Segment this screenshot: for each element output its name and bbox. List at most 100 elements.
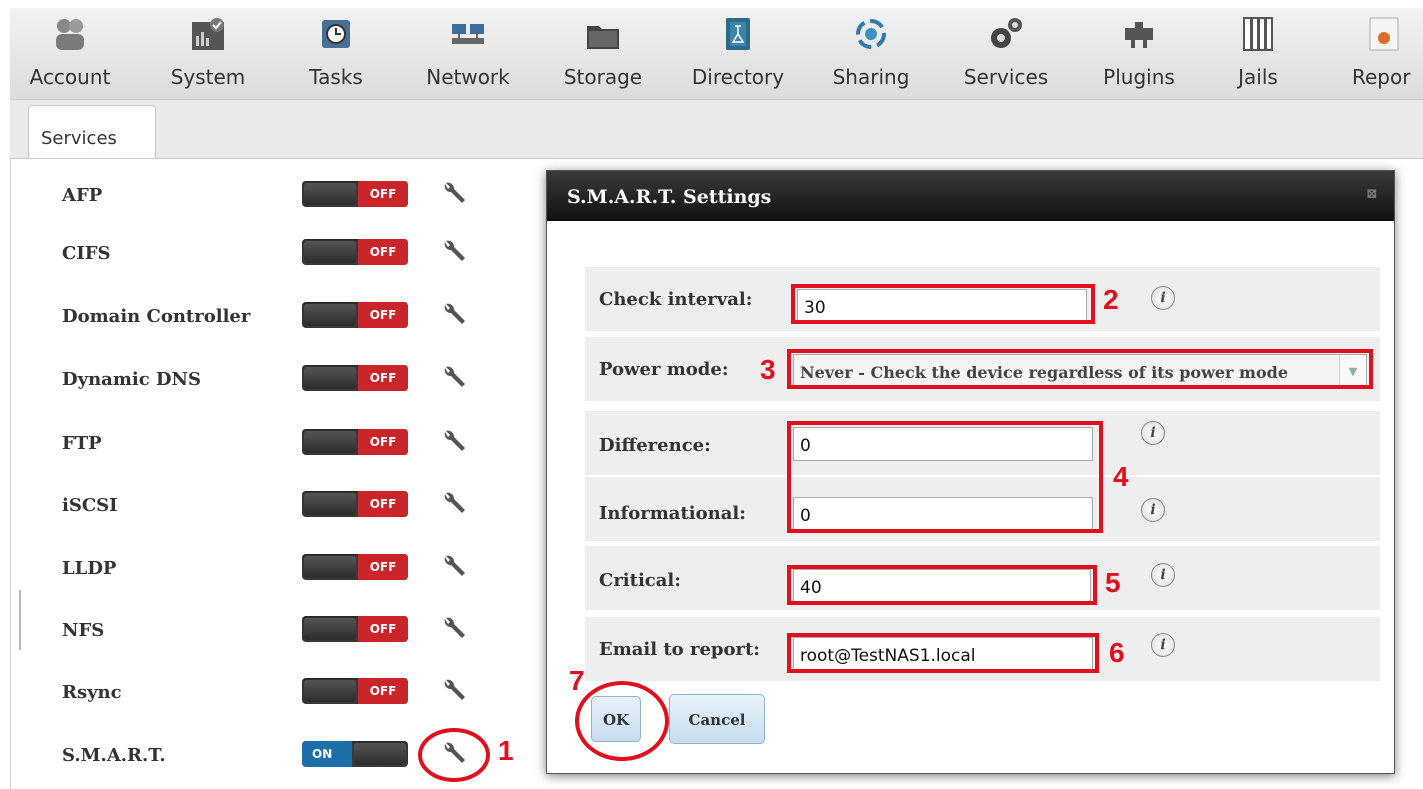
toolbar-label: Services: [963, 65, 1049, 89]
wrench-icon[interactable]: [440, 616, 466, 642]
toggle-knob: [304, 493, 356, 515]
close-icon[interactable]: ⊠: [1366, 187, 1380, 201]
toolbar-item-plugins[interactable]: Plugins: [1094, 8, 1184, 99]
toolbar-item-account[interactable]: Account: [10, 8, 130, 99]
toggle-state: OFF: [358, 365, 408, 391]
annotation-number: 6: [1109, 637, 1125, 668]
service-name: NFS: [62, 620, 105, 641]
annotation-number: 2: [1103, 284, 1119, 315]
annotation-number: 5: [1105, 567, 1121, 598]
annotation-circle: [575, 681, 669, 761]
wrench-icon[interactable]: [440, 181, 466, 207]
info-icon[interactable]: i: [1151, 563, 1175, 587]
toggle-state: OFF: [358, 554, 408, 580]
info-icon[interactable]: i: [1141, 498, 1165, 522]
power-mode-label: Power mode:: [599, 359, 729, 380]
toolbar-item-sharing[interactable]: Sharing: [826, 8, 916, 99]
service-name: FTP: [62, 433, 102, 454]
toolbar-item-network[interactable]: Network: [418, 8, 518, 99]
tab-services[interactable]: Services: [28, 105, 156, 158]
toggle-state: ON: [302, 741, 352, 767]
resize-handle[interactable]: [19, 590, 21, 650]
service-toggle[interactable]: OFF: [302, 365, 408, 391]
wrench-icon[interactable]: [440, 239, 466, 265]
storage-icon: [587, 26, 619, 49]
top-toolbar: Account System Tasks Network Storage Dir…: [10, 8, 1423, 100]
critical-label: Critical:: [599, 570, 681, 591]
wrench-icon[interactable]: [440, 302, 466, 328]
toggle-state: OFF: [358, 239, 408, 265]
dialog-title: S.M.A.R.T. Settings: [567, 186, 772, 208]
difference-label: Difference:: [599, 435, 711, 456]
toggle-state: OFF: [358, 429, 408, 455]
toolbar-item-reporting[interactable]: Repor: [1346, 8, 1423, 99]
toolbar-label: Sharing: [832, 65, 910, 89]
toggle-state: OFF: [358, 181, 408, 207]
informational-label: Informational:: [599, 503, 746, 524]
service-toggle[interactable]: OFF: [302, 678, 408, 704]
service-toggle[interactable]: OFF: [302, 491, 408, 517]
toolbar-item-services[interactable]: Services: [956, 8, 1056, 99]
service-name: LLDP: [62, 558, 117, 579]
toggle-knob: [304, 304, 356, 326]
wrench-icon[interactable]: [440, 678, 466, 704]
toggle-state: OFF: [358, 491, 408, 517]
annotation-number: 4: [1113, 461, 1129, 492]
annotation-box: [787, 565, 1097, 605]
service-toggle[interactable]: OFF: [302, 616, 408, 642]
toolbar-item-tasks[interactable]: Tasks: [296, 8, 376, 99]
toggle-knob: [304, 556, 356, 578]
tab-bar: Services: [10, 100, 1423, 159]
dialog-title-bar: S.M.A.R.T. Settings ⊠: [547, 171, 1394, 221]
service-toggle[interactable]: OFF: [302, 302, 408, 328]
service-name: Rsync: [62, 682, 122, 703]
toggle-knob: [304, 367, 356, 389]
email-label: Email to report:: [599, 639, 760, 660]
info-icon[interactable]: i: [1141, 421, 1165, 445]
reporting-icon: [1369, 17, 1399, 51]
account-icon: [56, 19, 84, 50]
wrench-icon[interactable]: [440, 365, 466, 391]
toolbar-item-system[interactable]: System: [158, 8, 258, 99]
services-icon: [991, 18, 1022, 48]
service-name: S.M.A.R.T.: [62, 745, 166, 766]
toolbar-label: Jails: [1238, 65, 1278, 89]
service-name: Domain Controller: [62, 306, 251, 327]
wrench-icon[interactable]: [440, 491, 466, 517]
toolbar-label: Network: [426, 65, 510, 89]
toggle-state: OFF: [358, 616, 408, 642]
toolbar-item-jails[interactable]: Jails: [1218, 8, 1298, 99]
service-name: AFP: [62, 185, 103, 206]
sharing-icon: [856, 19, 886, 49]
system-icon: [192, 18, 224, 50]
service-toggle[interactable]: ON: [302, 741, 408, 767]
toggle-knob: [304, 618, 356, 640]
service-toggle[interactable]: OFF: [302, 239, 408, 265]
toolbar-item-directory[interactable]: Directory: [686, 8, 790, 99]
cancel-button[interactable]: Cancel: [669, 694, 765, 744]
toolbar-label: System: [170, 65, 246, 89]
info-icon[interactable]: i: [1151, 633, 1175, 657]
toolbar-label: Plugins: [1103, 65, 1175, 89]
annotation-number: 3: [760, 354, 776, 385]
service-toggle[interactable]: OFF: [302, 181, 408, 207]
toggle-knob: [304, 431, 356, 453]
toolbar-label: Storage: [563, 65, 643, 89]
wrench-icon[interactable]: [440, 554, 466, 580]
network-icon: [452, 24, 484, 44]
annotation-box: [787, 421, 1103, 533]
service-toggle[interactable]: OFF: [302, 554, 408, 580]
service-name: CIFS: [62, 243, 111, 264]
directory-icon: [726, 18, 750, 50]
toggle-state: OFF: [358, 678, 408, 704]
service-name: Dynamic DNS: [62, 369, 201, 390]
annotation-box: [787, 349, 1373, 389]
toggle-knob: [304, 680, 356, 702]
info-icon[interactable]: i: [1151, 286, 1175, 310]
wrench-icon[interactable]: [440, 429, 466, 455]
jails-icon: [1243, 17, 1273, 51]
service-toggle[interactable]: OFF: [302, 429, 408, 455]
toolbar-item-storage[interactable]: Storage: [558, 8, 648, 99]
service-name: iSCSI: [62, 495, 118, 516]
toggle-state: OFF: [358, 302, 408, 328]
